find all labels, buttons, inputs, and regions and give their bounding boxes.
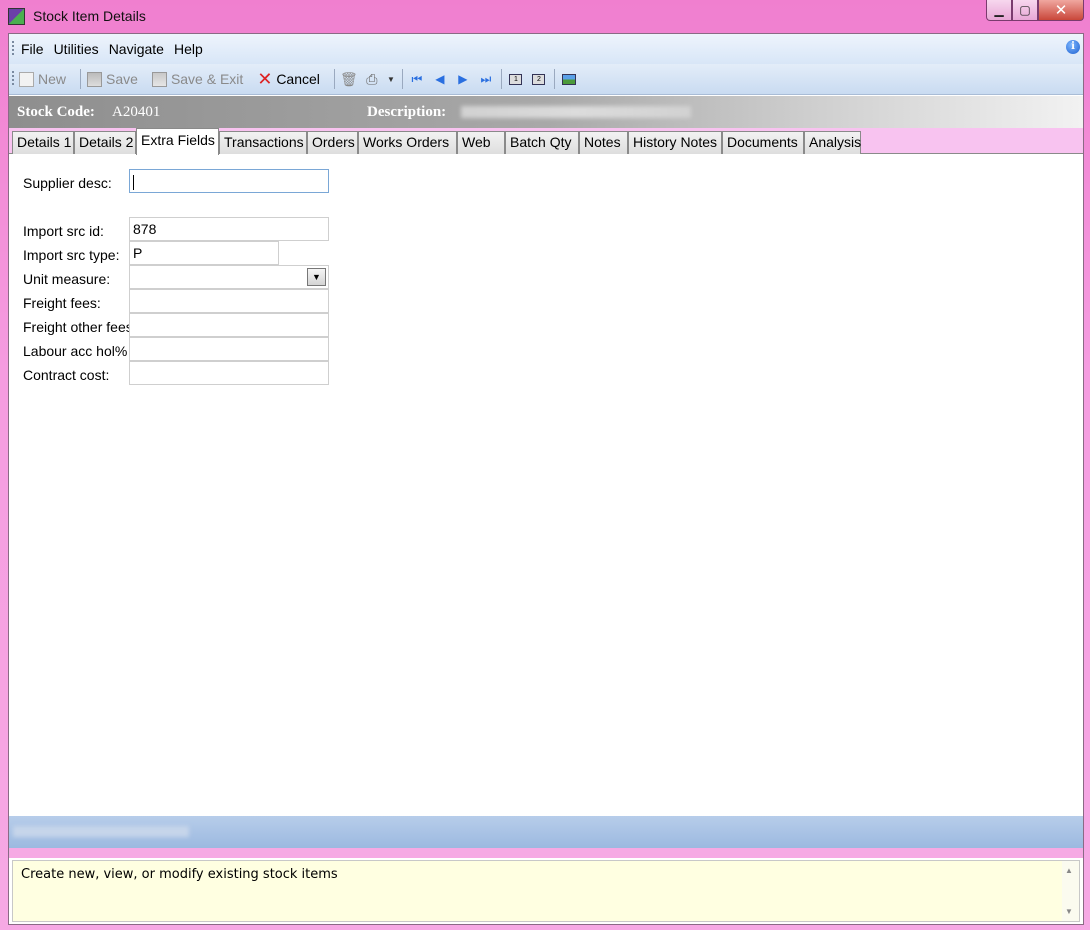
status-value-redacted	[13, 826, 189, 837]
image-icon[interactable]	[561, 71, 577, 87]
contract-cost-input[interactable]	[129, 361, 329, 385]
tab-works-orders[interactable]: Works Orders	[358, 131, 457, 154]
main-frame: File Utilities Navigate Help i New Save …	[8, 33, 1084, 925]
save-exit-button[interactable]: Save & Exit	[151, 71, 244, 87]
maximize-icon: ▢	[1019, 3, 1031, 17]
save-exit-button-label: Save & Exit	[170, 71, 244, 87]
divider	[9, 848, 1083, 858]
menu-grip	[12, 41, 14, 57]
previous-record-icon[interactable]: ◀	[432, 71, 448, 87]
freight-other-fees-input[interactable]	[129, 313, 329, 337]
app-icon	[8, 8, 25, 25]
help-panel: Create new, view, or modify existing sto…	[12, 860, 1080, 922]
tab-history-notes[interactable]: History Notes	[628, 131, 722, 154]
minimize-icon: ▁	[994, 3, 1004, 17]
description-value-redacted	[461, 106, 691, 118]
toolbar-separator	[401, 69, 403, 89]
stock-header: Stock Code: A20401 Description:	[9, 96, 1083, 128]
toolbar-separator	[80, 69, 82, 89]
cancel-button-label: Cancel	[276, 71, 320, 87]
maximize-button[interactable]: ▢	[1012, 0, 1038, 21]
print-dropdown-chevron-icon[interactable]: ▼	[387, 71, 395, 87]
window-controls: ▁ ▢ ✕	[986, 0, 1084, 22]
menu-bar: File Utilities Navigate Help i	[9, 34, 1083, 64]
contract-cost-label: Contract cost:	[23, 367, 110, 383]
toolbar-separator	[500, 69, 502, 89]
tab-details-1[interactable]: Details 1	[12, 131, 74, 154]
toolbar-separator	[553, 69, 555, 89]
delete-trash-icon[interactable]: 🗑	[340, 71, 358, 87]
status-bar	[9, 816, 1083, 848]
import-src-id-input[interactable]: 878	[129, 217, 329, 241]
close-button[interactable]: ✕	[1038, 0, 1084, 21]
unit-measure-label: Unit measure:	[23, 271, 111, 287]
freight-other-fees-label: Freight other fees	[23, 319, 129, 335]
scroll-down-icon[interactable]: ▼	[1065, 907, 1073, 916]
extra-fields-panel: Supplier desc: Import src id: 878 Import…	[9, 154, 1083, 816]
menu-navigate[interactable]: Navigate	[109, 39, 164, 59]
new-button[interactable]: New	[19, 71, 66, 87]
next-record-icon[interactable]: ▶	[455, 71, 471, 87]
print-icon[interactable]: ⎙	[364, 71, 380, 87]
unit-measure-select[interactable]: ▼	[129, 265, 329, 289]
last-record-icon[interactable]: ⏭	[478, 71, 494, 87]
toolbar-grip	[12, 71, 14, 87]
help-text: Create new, view, or modify existing sto…	[21, 867, 338, 882]
toolbar: New Save Save & Exit ✕ Cancel 🗑 ⎙ ▼ ⏮ ◀ …	[9, 64, 1083, 95]
new-button-label: New	[38, 71, 67, 87]
stock-code-value: A20401	[112, 104, 161, 120]
record-one-icon[interactable]: 1	[508, 71, 524, 87]
save-button-label: Save	[106, 71, 138, 87]
help-scrollbar[interactable]: ▲ ▼	[1062, 861, 1079, 921]
tab-analysis[interactable]: Analysis	[804, 131, 861, 154]
window-title: Stock Item Details	[33, 8, 146, 24]
stock-code-label: Stock Code:	[17, 104, 95, 120]
new-document-icon	[19, 71, 34, 87]
title-bar: Stock Item Details ▁ ▢ ✕	[0, 0, 1090, 33]
save-button[interactable]: Save	[87, 71, 138, 87]
menu-utilities[interactable]: Utilities	[54, 39, 99, 59]
tab-documents[interactable]: Documents	[722, 131, 804, 154]
tab-transactions[interactable]: Transactions	[219, 131, 307, 154]
first-record-icon[interactable]: ⏮	[409, 71, 425, 87]
tab-orders[interactable]: Orders	[307, 131, 358, 154]
tab-batch-qty[interactable]: Batch Qty	[505, 131, 579, 154]
tab-details-2[interactable]: Details 2	[74, 131, 136, 154]
info-icon[interactable]: i	[1066, 40, 1080, 54]
chevron-down-icon[interactable]: ▼	[307, 268, 326, 286]
supplier-desc-input[interactable]	[129, 169, 329, 193]
import-src-type-label: Import src type:	[23, 247, 120, 263]
toolbar-separator	[333, 69, 335, 89]
cancel-button[interactable]: ✕ Cancel	[257, 68, 320, 89]
import-src-type-input[interactable]: P	[129, 241, 279, 265]
save-icon	[87, 71, 103, 87]
tab-strip: Details 1 Details 2 Extra Fields Transac…	[9, 128, 1083, 155]
cancel-x-icon: ✕	[257, 68, 273, 89]
freight-fees-label: Freight fees:	[23, 295, 101, 311]
freight-fees-input[interactable]	[129, 289, 329, 313]
description-label: Description:	[367, 104, 447, 120]
tab-web[interactable]: Web	[457, 131, 505, 154]
menu-help[interactable]: Help	[174, 39, 203, 59]
tab-notes[interactable]: Notes	[579, 131, 628, 154]
tab-extra-fields[interactable]: Extra Fields	[136, 128, 219, 155]
import-src-id-label: Import src id:	[23, 223, 104, 239]
record-two-icon[interactable]: 2	[531, 71, 547, 87]
labour-acc-hol-input[interactable]	[129, 337, 329, 361]
scroll-up-icon[interactable]: ▲	[1065, 866, 1073, 875]
supplier-desc-label: Supplier desc:	[23, 175, 112, 191]
menu-file[interactable]: File	[21, 39, 44, 59]
minimize-button[interactable]: ▁	[986, 0, 1012, 21]
save-exit-icon	[151, 71, 167, 87]
text-caret	[133, 174, 134, 190]
close-icon: ✕	[1054, 2, 1068, 19]
labour-acc-hol-label: Labour acc hol%	[23, 343, 128, 359]
